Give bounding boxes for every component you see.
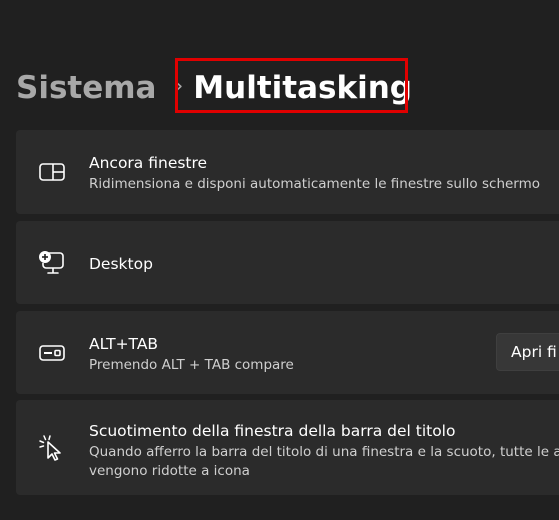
setting-card-alt-tab[interactable]: ALT+TAB Premendo ALT + TAB compare Apri … — [16, 311, 559, 394]
setting-title: Ancora finestre — [89, 154, 208, 172]
shake-cursor-icon — [38, 434, 66, 462]
page-title: Multitasking — [193, 69, 412, 106]
setting-description: Ridimensiona e disponi automaticamente l… — [89, 176, 541, 192]
setting-card-snap-windows[interactable]: Ancora finestre Ridimensiona e disponi a… — [16, 130, 559, 214]
breadcrumb-separator-icon: › — [174, 74, 184, 99]
setting-description: Premendo ALT + TAB compare — [89, 357, 294, 373]
desktop-add-icon — [38, 249, 66, 277]
breadcrumb-parent-sistema[interactable]: Sistema — [16, 72, 156, 104]
alt-tab-dropdown[interactable]: Apri fi — [496, 333, 559, 371]
alt-tab-icon — [38, 339, 66, 367]
setting-description-line-1: Quando afferro la barra del titolo di un… — [89, 444, 559, 460]
setting-card-desktop[interactable]: Desktop — [16, 221, 559, 304]
setting-description-line-2: vengono ridotte a icona — [89, 463, 250, 479]
settings-page: Sistema › Multitasking Ancora finestre R… — [0, 0, 559, 520]
setting-title: Desktop — [89, 255, 153, 273]
breadcrumb: Sistema › Multitasking — [16, 60, 412, 116]
setting-card-title-bar-shake[interactable]: Scuotimento della finestra della barra d… — [16, 400, 559, 495]
setting-title: Scuotimento della finestra della barra d… — [89, 422, 456, 440]
snap-windows-icon — [38, 158, 66, 186]
setting-title: ALT+TAB — [89, 335, 159, 353]
